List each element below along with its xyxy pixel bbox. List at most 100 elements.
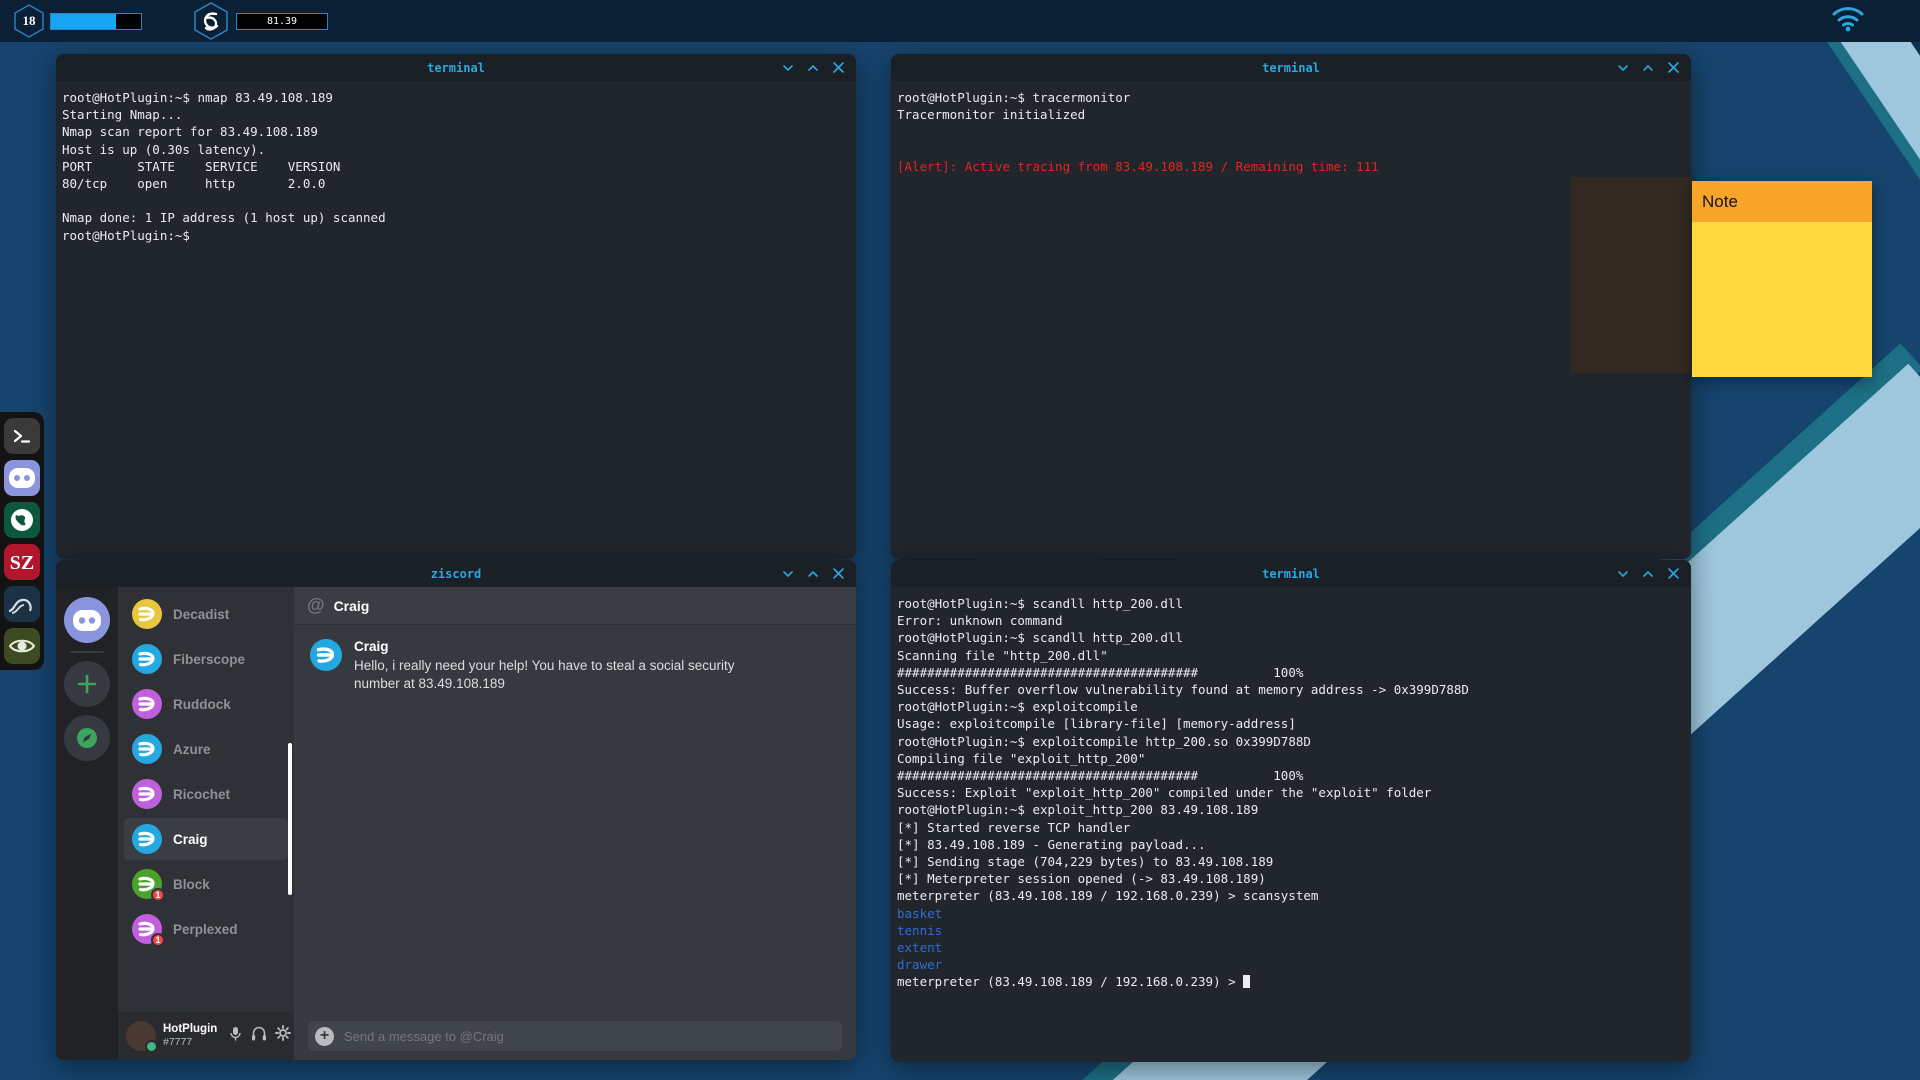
level-badge: 18 (14, 4, 44, 38)
composer-area: + Send a message to @Craig (294, 1012, 856, 1060)
titlebar-ziscord[interactable]: ziscord (56, 560, 856, 587)
contact-list-scrollbar[interactable] (288, 743, 292, 895)
plus-circle-icon[interactable]: + (315, 1027, 334, 1046)
window-title: terminal (1262, 61, 1320, 75)
titlebar-terminal-exploit[interactable]: terminal (891, 560, 1691, 587)
dock-item-monitor-app[interactable] (4, 628, 40, 664)
ziscord-body: Decadist FiberscopeRuddock Azure Ricochet Cr… (56, 587, 856, 1060)
contact-list-item[interactable]: Azure (124, 728, 288, 770)
at-symbol-icon: @ (307, 595, 325, 616)
terminal-line: root@HotPlugin:~$ exploit_http_200 83.49… (897, 801, 1691, 818)
ziscord-bottom-bar: HotPlugin #7777 + (118, 1012, 856, 1060)
avatar (132, 599, 162, 629)
message-input[interactable]: + Send a message to @Craig (308, 1021, 842, 1051)
current-user-panel[interactable]: HotPlugin #7777 (118, 1012, 294, 1060)
ziscord-conversation-pane: @ Craig CraigHello, i really need your h… (294, 587, 856, 1060)
note-title: Note (1702, 192, 1738, 212)
minimize-icon[interactable] (1616, 567, 1630, 581)
current-user-tag: #7777 (163, 1036, 217, 1049)
terminal-line: meterpreter (83.49.108.189 / 192.168.0.2… (897, 973, 1691, 990)
terminal-line: meterpreter (83.49.108.189 / 192.168.0.2… (897, 887, 1691, 904)
terminal-line: ########################################… (897, 767, 1691, 784)
contact-list-item[interactable]: 1Block (124, 863, 288, 905)
terminal-line: Scanning file "http_200.dll" (897, 647, 1691, 664)
maximize-icon[interactable] (1641, 567, 1655, 581)
globe-icon (8, 506, 36, 534)
window-terminal-nmap[interactable]: terminal root@HotPlugin:~$ nmap 83.49.10… (56, 54, 856, 559)
contact-name: Perplexed (173, 922, 238, 937)
gear-icon[interactable] (275, 1025, 291, 1047)
contact-list-item[interactable]: Fiberscope (124, 638, 288, 680)
dock-item-sz-app[interactable]: SZ (4, 544, 40, 580)
close-icon[interactable] (1666, 566, 1681, 581)
window-ziscord[interactable]: ziscord (56, 560, 856, 1060)
ziscord-server-rail (56, 587, 118, 1060)
minimize-icon[interactable] (1616, 61, 1630, 75)
terminal-line: Tracermonitor initialized (897, 106, 1691, 123)
terminal-line: ########################################… (897, 664, 1691, 681)
terminal-line: [*] Meterpreter session opened (-> 83.49… (897, 870, 1691, 887)
unread-badge: 1 (151, 888, 165, 902)
contact-name: Decadist (173, 607, 229, 622)
add-server-button[interactable] (64, 661, 110, 707)
dock-item-ziscord[interactable] (4, 460, 40, 496)
minimize-icon[interactable] (781, 61, 795, 75)
ziscord-home-icon[interactable] (64, 597, 110, 643)
terminal-line: root@HotPlugin:~$ (62, 227, 856, 244)
terminal-line (897, 123, 1691, 140)
close-icon[interactable] (1666, 60, 1681, 75)
close-icon[interactable] (831, 60, 846, 75)
terminal-line (62, 192, 856, 209)
minimize-icon[interactable] (781, 567, 795, 581)
avatar (132, 689, 162, 719)
terminal-line: Host is up (0.30s latency). (62, 141, 856, 158)
explore-servers-button[interactable] (64, 715, 110, 761)
terminal-line: Compiling file "exploit_http_200" (897, 750, 1691, 767)
terminal-line: root@HotPlugin:~$ scandll http_200.dll (897, 595, 1691, 612)
contact-list-item[interactable]: Ruddock (124, 683, 288, 725)
terminal-line: [*] Started reverse TCP handler (897, 819, 1691, 836)
avatar (132, 644, 162, 674)
terminal-line: root@HotPlugin:~$ exploitcompile http_20… (897, 733, 1691, 750)
titlebar-terminal-nmap[interactable]: terminal (56, 54, 856, 81)
window-terminal-exploit[interactable]: terminal root@HotPlugin:~$ scandll http_… (891, 560, 1691, 1062)
note-widget[interactable]: Note (1692, 181, 1872, 377)
headphones-icon[interactable] (251, 1025, 267, 1047)
terminal-cursor (1243, 975, 1250, 988)
terminal-line: root@HotPlugin:~$ exploitcompile (897, 698, 1691, 715)
terminal-line: root@HotPlugin:~$ nmap 83.49.108.189 (62, 89, 856, 106)
contact-list-item[interactable]: 1Perplexed (124, 908, 288, 950)
terminal-line: root@HotPlugin:~$ scandll http_200.dll (897, 629, 1691, 646)
contact-name: Craig (173, 832, 208, 847)
ziscord-contact-list[interactable]: Decadist FiberscopeRuddock Azure Ricochet Cr… (118, 587, 294, 1060)
contact-list-item[interactable]: Craig (124, 818, 288, 860)
contact-list-item[interactable]: Decadist (124, 593, 288, 635)
maximize-icon[interactable] (1641, 61, 1655, 75)
window-controls (1616, 560, 1681, 587)
terminal-line: drawer (897, 956, 1691, 973)
contact-list-item[interactable]: Ricochet (124, 773, 288, 815)
note-body[interactable] (1692, 222, 1872, 377)
terminal-line: extent (897, 939, 1691, 956)
dock-item-wave-app[interactable] (4, 586, 40, 622)
terminal-line: tennis (897, 922, 1691, 939)
window-title: terminal (427, 61, 485, 75)
current-user-name: HotPlugin (163, 1023, 217, 1036)
avatar (132, 779, 162, 809)
microphone-icon[interactable] (228, 1025, 243, 1047)
plus-icon (75, 672, 99, 696)
titlebar-terminal-tracer[interactable]: terminal (891, 54, 1691, 81)
dock-item-terminal[interactable] (4, 418, 40, 454)
terminal-line: Starting Nmap... (62, 106, 856, 123)
value-readout: 81.39 (236, 13, 328, 30)
terminal-line: Error: unknown command (897, 612, 1691, 629)
avatar (310, 639, 342, 671)
wifi-icon[interactable] (1831, 6, 1865, 37)
maximize-icon[interactable] (806, 567, 820, 581)
maximize-icon[interactable] (806, 61, 820, 75)
dock-item-browser[interactable] (4, 502, 40, 538)
contact-name: Azure (173, 742, 211, 757)
close-icon[interactable] (831, 566, 846, 581)
level-progress-bar (50, 13, 142, 30)
window-controls (781, 560, 846, 587)
